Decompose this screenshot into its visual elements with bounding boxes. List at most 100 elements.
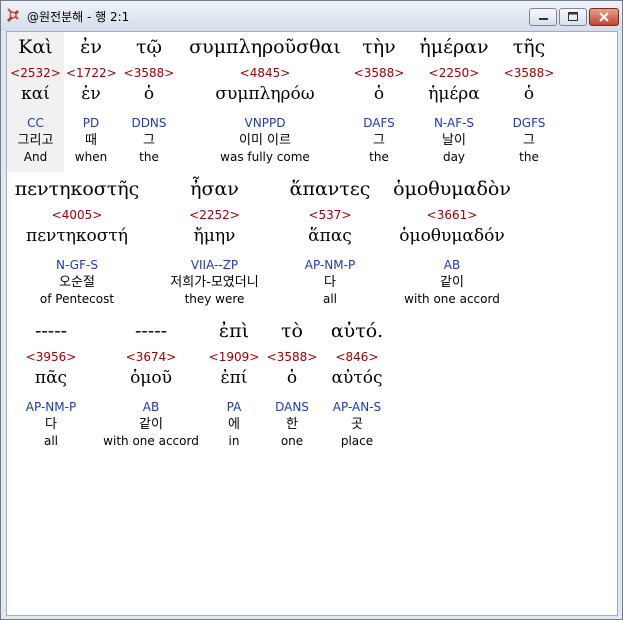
greek-word: Καὶ bbox=[18, 36, 53, 58]
strong-number: <1722> bbox=[66, 66, 117, 80]
word-column[interactable]: ----- <3956> πᾶς AP-NM-P 다 all bbox=[11, 318, 91, 449]
parsing-code: CC bbox=[27, 116, 44, 130]
word-column[interactable]: πεντηκοστῆς <4005> πεντηκοστή N-GF-S 오순절… bbox=[7, 176, 147, 307]
parsing-code: AP-NM-P bbox=[304, 258, 356, 272]
korean-gloss: 그 bbox=[523, 133, 535, 148]
greek-word: αὐτό. bbox=[330, 320, 384, 342]
close-button[interactable] bbox=[589, 8, 619, 26]
greek-word: πεντηκοστῆς bbox=[14, 178, 140, 200]
greek-word: ὁμοθυμαδὸν bbox=[393, 178, 511, 200]
lemma: ὁ bbox=[373, 84, 385, 104]
lemma: καί bbox=[21, 84, 50, 104]
word-column[interactable]: ----- <3674> ὁμοῦ AB 같이 with one accord bbox=[99, 318, 203, 449]
lemma: ὁμοῦ bbox=[130, 368, 172, 388]
lemma: ἐν bbox=[81, 84, 101, 104]
parsing-code: DANS bbox=[275, 400, 309, 414]
parsing-code: PA bbox=[226, 400, 242, 414]
korean-gloss: 오순절 bbox=[59, 275, 95, 290]
word-column[interactable]: συμπληροῦσθαι <4845> συμπληρόω VNPPD 이미 … bbox=[179, 34, 351, 165]
korean-gloss: 날이 bbox=[442, 133, 466, 148]
english-gloss: when bbox=[74, 150, 108, 164]
korean-gloss: 다 bbox=[324, 275, 336, 290]
korean-gloss: 같이 bbox=[440, 275, 464, 290]
lemma: πεντηκοστή bbox=[26, 226, 128, 246]
lemma: συμπληρόω bbox=[215, 84, 315, 104]
greek-word: ----- bbox=[34, 320, 68, 342]
word-column[interactable]: αὐτό. <846> αὐτός AP-AN-S 곳 place bbox=[323, 318, 391, 449]
english-gloss: with one accord bbox=[404, 292, 500, 306]
lemma: ὁ bbox=[143, 84, 155, 104]
title-bar[interactable]: @원전분해 - 행 2:1 bbox=[1, 1, 622, 31]
korean-gloss: 그 bbox=[373, 133, 385, 148]
english-gloss: And bbox=[23, 150, 48, 164]
english-gloss: all bbox=[43, 434, 59, 448]
greek-word: ----- bbox=[134, 320, 168, 342]
english-gloss: the bbox=[519, 150, 539, 164]
strong-number: <1909> bbox=[208, 350, 260, 364]
english-gloss: the bbox=[139, 150, 159, 164]
word-column[interactable]: τῆς <3588> ὁ DGFS 그 the bbox=[501, 34, 557, 165]
strong-number: <537> bbox=[308, 208, 352, 222]
word-column[interactable]: ἐν <1722> ἐν PD 때 when bbox=[66, 34, 117, 165]
lemma: ἡμέρα bbox=[428, 84, 480, 104]
interlinear-pane[interactable]: Καὶ <2532> καί CC 그리고 And ἐν <1722> ἐν P… bbox=[6, 31, 618, 616]
greek-word: τὴν bbox=[362, 36, 396, 58]
strong-number: <3588> bbox=[266, 350, 318, 364]
lemma: ὁ bbox=[286, 368, 298, 388]
korean-gloss: 저희가-모였더니 bbox=[170, 275, 259, 290]
english-gloss: one bbox=[280, 434, 304, 448]
lemma: ὁ bbox=[523, 84, 535, 104]
english-gloss: all bbox=[322, 292, 338, 306]
parsing-code: DGFS bbox=[512, 116, 546, 130]
greek-word: ἐν bbox=[80, 36, 102, 58]
maximize-button[interactable] bbox=[559, 8, 587, 26]
parsing-code: AB bbox=[443, 258, 461, 272]
close-icon bbox=[599, 12, 609, 22]
korean-gloss: 그리고 bbox=[17, 133, 54, 148]
word-column[interactable]: τῷ <3588> ὁ DDNS 그 the bbox=[122, 34, 176, 165]
strong-number: <4845> bbox=[239, 66, 291, 80]
word-column[interactable]: τὴν <3588> ὁ DAFS 그 the bbox=[350, 34, 408, 165]
english-gloss: was fully come bbox=[220, 150, 310, 164]
parsing-code: VIIA--ZP bbox=[190, 258, 239, 272]
strong-number: <3588> bbox=[503, 66, 555, 80]
greek-word: τὸ bbox=[281, 320, 303, 342]
parsing-code: PD bbox=[82, 116, 100, 130]
greek-word: ἅπαντες bbox=[289, 178, 371, 200]
parsing-code: AP-NM-P bbox=[25, 400, 77, 414]
word-column[interactable]: Καὶ <2532> καί CC 그리고 And bbox=[7, 34, 64, 165]
word-column[interactable]: τὸ <3588> ὁ DANS 한 one bbox=[265, 318, 319, 449]
strong-number: <2252> bbox=[189, 208, 240, 222]
strong-number: <4005> bbox=[51, 208, 103, 222]
greek-word: τῷ bbox=[135, 36, 162, 58]
english-gloss: day bbox=[442, 150, 466, 164]
greek-word: τῆς bbox=[512, 36, 546, 58]
korean-gloss: 그 bbox=[143, 133, 155, 148]
greek-word: συμπληροῦσθαι bbox=[189, 36, 341, 58]
korean-gloss: 때 bbox=[85, 133, 97, 148]
english-gloss: of Pentecost bbox=[39, 292, 115, 306]
word-column[interactable]: ἡμέραν <2250> ἡμέρα N-AF-S 날이 day bbox=[409, 34, 499, 165]
korean-gloss: 한 bbox=[286, 417, 298, 432]
app-icon bbox=[5, 7, 21, 23]
word-column[interactable]: ὁμοθυμαδὸν <3661> ὁμοθυμαδόν AB 같이 with … bbox=[387, 176, 517, 307]
word-column[interactable]: ἅπαντες <537> ἅπας AP-NM-P 다 all bbox=[280, 176, 380, 307]
korean-gloss: 이미 이르 bbox=[239, 133, 291, 148]
english-gloss: in bbox=[228, 434, 240, 448]
minimize-button[interactable] bbox=[529, 8, 557, 26]
lemma: πᾶς bbox=[34, 368, 68, 388]
english-gloss: they were bbox=[184, 292, 245, 306]
interlinear-window: @원전분해 - 행 2:1 Καὶ <2532> καί CC 그리고 And … bbox=[0, 0, 623, 620]
strong-number: <3956> bbox=[25, 350, 77, 364]
korean-gloss: 곳 bbox=[351, 417, 363, 432]
parsing-code: N-GF-S bbox=[56, 258, 98, 272]
parsing-code: DAFS bbox=[363, 116, 395, 130]
minimize-icon bbox=[539, 18, 548, 20]
maximize-icon bbox=[568, 12, 578, 21]
korean-gloss: 에 bbox=[228, 417, 240, 432]
parsing-code: AB bbox=[142, 400, 160, 414]
strong-number: <3661> bbox=[426, 208, 478, 222]
word-column[interactable]: ἦσαν <2252> ἤμην VIIA--ZP 저희가-모였더니 they … bbox=[157, 176, 272, 307]
lemma: αὐτός bbox=[331, 368, 383, 388]
word-column[interactable]: ἐπὶ <1909> ἐπί PA 에 in bbox=[207, 318, 261, 449]
